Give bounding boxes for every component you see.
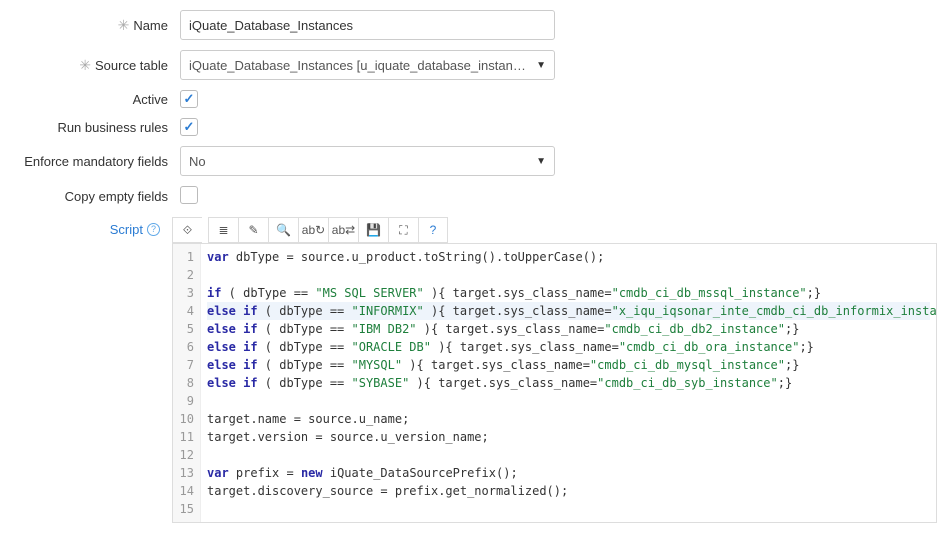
code-line[interactable]: [207, 446, 930, 464]
source-table-select[interactable]: iQuate_Database_Instances [u_iquate_data…: [180, 50, 555, 80]
run-business-rules-label: Run business rules: [10, 120, 180, 135]
enforce-mandatory-label: Enforce mandatory fields: [10, 154, 180, 169]
line-number: 2: [173, 266, 194, 284]
code-line[interactable]: target.version = source.u_version_name;: [207, 428, 930, 446]
line-number: 4: [173, 302, 194, 320]
line-number: 8: [173, 374, 194, 392]
source-table-label: ✳Source table: [10, 57, 180, 74]
active-checkbox[interactable]: [180, 90, 198, 108]
line-number: 15: [173, 500, 194, 518]
line-number: 12: [173, 446, 194, 464]
editor-help-button[interactable]: ?: [418, 217, 448, 243]
replace-all-button[interactable]: ab⇄: [328, 217, 358, 243]
code-line[interactable]: else if ( dbType == "SYBASE" ){ target.s…: [207, 374, 930, 392]
chevron-down-icon: ▼: [536, 156, 546, 167]
line-number: 1: [173, 248, 194, 266]
run-business-rules-checkbox[interactable]: [180, 118, 198, 136]
active-label: Active: [10, 92, 180, 107]
enforce-mandatory-select[interactable]: No ▼: [180, 146, 555, 176]
save-button[interactable]: 💾: [358, 217, 388, 243]
code-line[interactable]: [207, 500, 930, 518]
code-line[interactable]: else if ( dbType == "INFORMIX" ){ target…: [207, 302, 930, 320]
required-icon: ✳: [79, 57, 91, 73]
code-line[interactable]: [207, 266, 930, 284]
line-number: 5: [173, 320, 194, 338]
code-line[interactable]: target.name = source.u_name;: [207, 410, 930, 428]
name-input[interactable]: [180, 10, 555, 40]
line-number: 3: [173, 284, 194, 302]
line-number: 10: [173, 410, 194, 428]
search-button[interactable]: 🔍: [268, 217, 298, 243]
fullscreen-button[interactable]: ⛶: [388, 217, 418, 243]
replace-button[interactable]: ab↻: [298, 217, 328, 243]
script-label-link[interactable]: Script ?: [110, 222, 160, 237]
line-number: 6: [173, 338, 194, 356]
copy-empty-label: Copy empty fields: [10, 189, 180, 204]
code-line[interactable]: else if ( dbType == "MYSQL" ){ target.sy…: [207, 356, 930, 374]
copy-empty-checkbox[interactable]: [180, 186, 198, 204]
code-line[interactable]: var prefix = new iQuate_DataSourcePrefix…: [207, 464, 930, 482]
script-editor[interactable]: 123456789101112131415 var dbType = sourc…: [172, 243, 937, 523]
format-code-button[interactable]: ≣: [208, 217, 238, 243]
code-line[interactable]: var dbType = source.u_product.toString()…: [207, 248, 930, 266]
code-line[interactable]: else if ( dbType == "IBM DB2" ){ target.…: [207, 320, 930, 338]
line-number: 11: [173, 428, 194, 446]
toggle-syntax-button[interactable]: ⟐: [172, 217, 202, 243]
source-table-value: iQuate_Database_Instances [u_iquate_data…: [189, 58, 536, 73]
name-label: ✳Name: [10, 17, 180, 34]
required-icon: ✳: [118, 17, 130, 33]
help-icon: ?: [147, 223, 160, 236]
code-line[interactable]: target.discovery_source = prefix.get_nor…: [207, 482, 930, 500]
toggle-comment-button[interactable]: ✎: [238, 217, 268, 243]
line-number: 9: [173, 392, 194, 410]
line-number: 14: [173, 482, 194, 500]
line-number: 13: [173, 464, 194, 482]
code-line[interactable]: else if ( dbType == "ORACLE DB" ){ targe…: [207, 338, 930, 356]
editor-toolbar: ⟐ ≣ ✎ 🔍 ab↻ ab⇄ 💾 ⛶ ?: [172, 217, 937, 243]
code-line[interactable]: [207, 392, 930, 410]
enforce-mandatory-value: No: [189, 154, 536, 169]
code-line[interactable]: if ( dbType == "MS SQL SERVER" ){ target…: [207, 284, 930, 302]
line-number: 7: [173, 356, 194, 374]
chevron-down-icon: ▼: [536, 60, 546, 71]
